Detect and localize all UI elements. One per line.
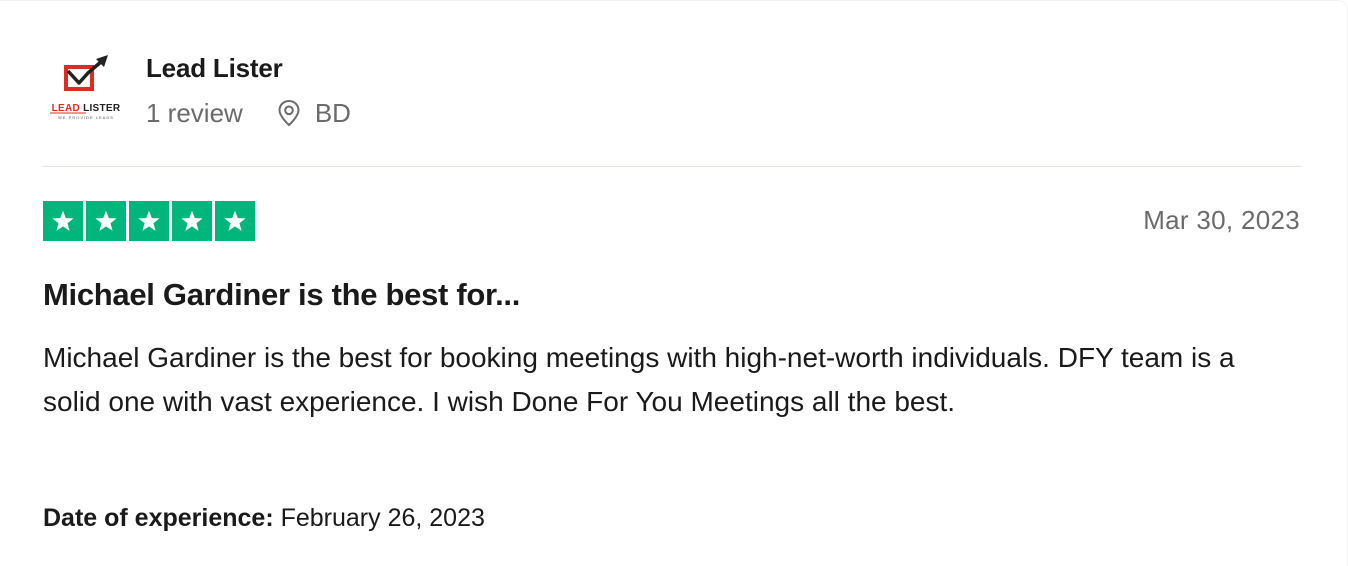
star-icon [172, 201, 212, 241]
reviewer-info: Lead Lister 1 review BD [146, 52, 351, 129]
reviewer-avatar[interactable]: LEAD LISTER WE PROVIDE LEADS [42, 49, 130, 129]
review-count: 1 review [146, 98, 243, 128]
star-icon [43, 201, 83, 241]
reviewer-header: LEAD LISTER WE PROVIDE LEADS Lead Lister… [42, 49, 351, 129]
review-title[interactable]: Michael Gardiner is the best for... [43, 277, 520, 313]
review-card: LEAD LISTER WE PROVIDE LEADS Lead Lister… [0, 0, 1348, 566]
star-icon [215, 201, 255, 241]
svg-text:WE PROVIDE LEADS: WE PROVIDE LEADS [58, 115, 114, 120]
reviewer-meta: 1 review BD [146, 97, 351, 129]
review-body: Michael Gardiner is the best for booking… [43, 342, 1235, 417]
location-code: BD [314, 98, 351, 128]
review-date: Mar 30, 2023 [1143, 205, 1300, 235]
lead-lister-logo-icon: LEAD LISTER WE PROVIDE LEADS [50, 55, 121, 120]
divider [42, 166, 1302, 167]
star-icon [129, 201, 169, 241]
svg-text:LEAD LISTER: LEAD LISTER [52, 103, 121, 114]
reviewer-location: BD [277, 97, 351, 129]
date-of-experience: Date of experience: February 26, 2023 [43, 504, 485, 533]
reviewer-name[interactable]: Lead Lister [146, 52, 351, 84]
star-rating [43, 201, 255, 241]
experience-label: Date of experience: [43, 504, 274, 532]
location-pin-icon [278, 99, 300, 127]
star-icon [86, 201, 126, 241]
experience-date: February 26, 2023 [280, 504, 485, 532]
